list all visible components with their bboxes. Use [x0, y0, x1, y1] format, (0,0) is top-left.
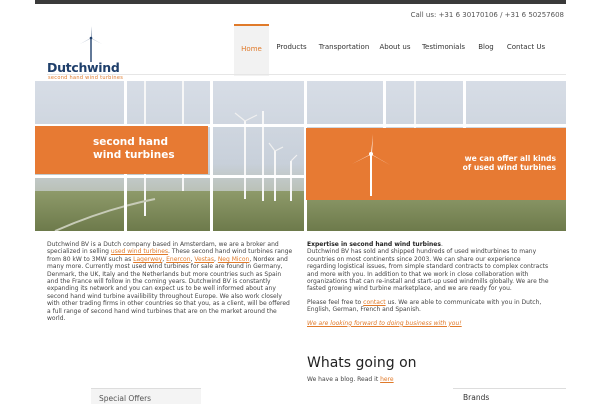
expertise-heading: Expertise in second hand wind turbines [307, 241, 441, 248]
hero-left-line2: wind turbines [93, 149, 175, 161]
brands-divider [453, 388, 566, 389]
nav-products[interactable]: Products [269, 24, 314, 74]
nav-divider [47, 74, 566, 75]
expertise-text: Dutchwind BV has sold and shipped hundre… [307, 248, 549, 293]
special-offers-tab[interactable]: Special Offers [91, 388, 201, 404]
vestas-link[interactable]: Vestas [194, 256, 214, 263]
logo-brand-name: Dutchwind [47, 60, 120, 75]
nav-transportation[interactable]: Transportation [314, 24, 374, 74]
hero-right-panel: we can offer all kinds of used wind turb… [306, 128, 566, 200]
call-us-text: Call us: +31 6 30170106 / +31 6 50257608 [410, 11, 564, 19]
hero-left-line1: second hand [93, 136, 169, 148]
closing-link[interactable]: We are looking forward to doing business… [307, 320, 462, 327]
neg-micon-link[interactable]: Neg Micon [218, 256, 250, 263]
intro-column: Dutchwind BV is a Dutch company based in… [47, 241, 293, 323]
logo[interactable]: Dutchwind second hand wind turbines [47, 26, 137, 84]
contact-link[interactable]: contact [363, 299, 385, 306]
enercon-link[interactable]: Enercon [166, 256, 190, 263]
nav-home[interactable]: Home [234, 24, 269, 76]
brands-heading: Brands [463, 393, 490, 402]
blog-text: We have a blog. Read it [307, 376, 379, 383]
main-nav: Home Products Transportation About us Te… [234, 24, 551, 76]
hero-right-line2: of used wind turbines [462, 163, 556, 172]
white-turbine-icon [352, 134, 390, 196]
blog-line: We have a blog. Read it here [307, 376, 394, 383]
hero-right-line1: we can offer all kinds [464, 154, 556, 163]
whats-going-on-heading: Whats going on [307, 355, 417, 371]
used-wind-turbines-link[interactable]: used wind turbines [111, 248, 168, 255]
hero-left-panel: second hand wind turbines [35, 126, 208, 174]
blog-here-link[interactable]: here [380, 376, 394, 383]
lagerwey-link[interactable]: Lagerwey [133, 256, 162, 263]
contact-text-1: Please feel free to [307, 298, 362, 306]
nav-contact-us[interactable]: Contact Us [501, 24, 551, 74]
nav-about-us[interactable]: About us [374, 24, 416, 74]
intro-text-3: , Nordex and many more. Currently most u… [47, 255, 290, 323]
expertise-column: Expertise in second hand wind turbines. … [307, 241, 549, 327]
hero-banner: second hand wind turbines we can offer a… [35, 81, 566, 231]
page-container: Call us: +31 6 30170106 / +31 6 50257608… [35, 4, 566, 404]
wind-turbine-logo-icon [80, 26, 102, 62]
nav-blog[interactable]: Blog [471, 24, 501, 74]
hero-right-text: we can offer all kinds of used wind turb… [452, 154, 556, 172]
nav-testimonials[interactable]: Testimonials [416, 24, 471, 74]
